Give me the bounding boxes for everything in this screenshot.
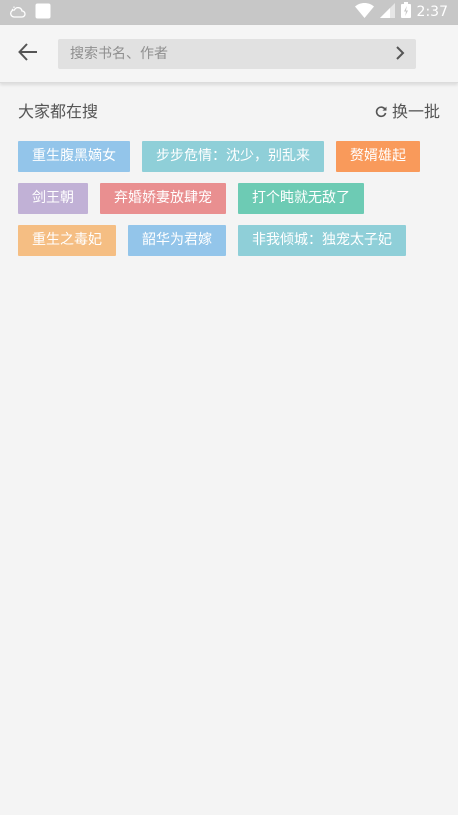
search-tag[interactable]: 重生腹黑嫡女 [18, 141, 130, 172]
search-tag[interactable]: 剑王朝 [18, 183, 88, 214]
search-input[interactable] [70, 39, 370, 69]
search-box [58, 39, 416, 69]
search-go-button[interactable] [392, 45, 408, 63]
app-notification-icon [35, 3, 51, 23]
search-toolbar [0, 25, 458, 83]
arrow-left-icon [18, 43, 38, 65]
chevron-right-icon [395, 45, 405, 64]
tag-row-3: 重生之毒妃 韶华为君嫁 非我倾城：独宠太子妃 [18, 225, 406, 256]
battery-charging-icon [400, 2, 411, 22]
search-tag[interactable]: 打个盹就无敌了 [238, 183, 364, 214]
hot-search-title: 大家都在搜 [18, 102, 99, 121]
refresh-button[interactable]: 换一批 [375, 101, 440, 123]
signal-icon [379, 2, 395, 22]
search-tag[interactable]: 步步危情：沈少，别乱来 [142, 141, 324, 172]
search-tag[interactable]: 重生之毒妃 [18, 225, 116, 256]
status-bar: 2:37 [0, 0, 458, 25]
refresh-icon [375, 103, 387, 122]
search-tag[interactable]: 韶华为君嫁 [128, 225, 226, 256]
search-tag[interactable]: 非我倾城：独宠太子妃 [238, 225, 406, 256]
search-tag[interactable]: 赘婿雄起 [336, 141, 420, 172]
tag-row-1: 重生腹黑嫡女 步步危情：沈少，别乱来 赘婿雄起 [18, 141, 420, 172]
hot-search-header: 大家都在搜 换一批 [18, 101, 440, 125]
tag-row-2: 剑王朝 弃婚娇妻放肆宠 打个盹就无敌了 [18, 183, 364, 214]
search-tag[interactable]: 弃婚娇妻放肆宠 [100, 183, 226, 214]
wifi-icon [354, 2, 374, 22]
status-time: 2:37 [416, 4, 448, 20]
back-button[interactable] [14, 41, 42, 67]
refresh-label: 换一批 [391, 102, 440, 121]
weather-cloud-icon [10, 4, 26, 23]
